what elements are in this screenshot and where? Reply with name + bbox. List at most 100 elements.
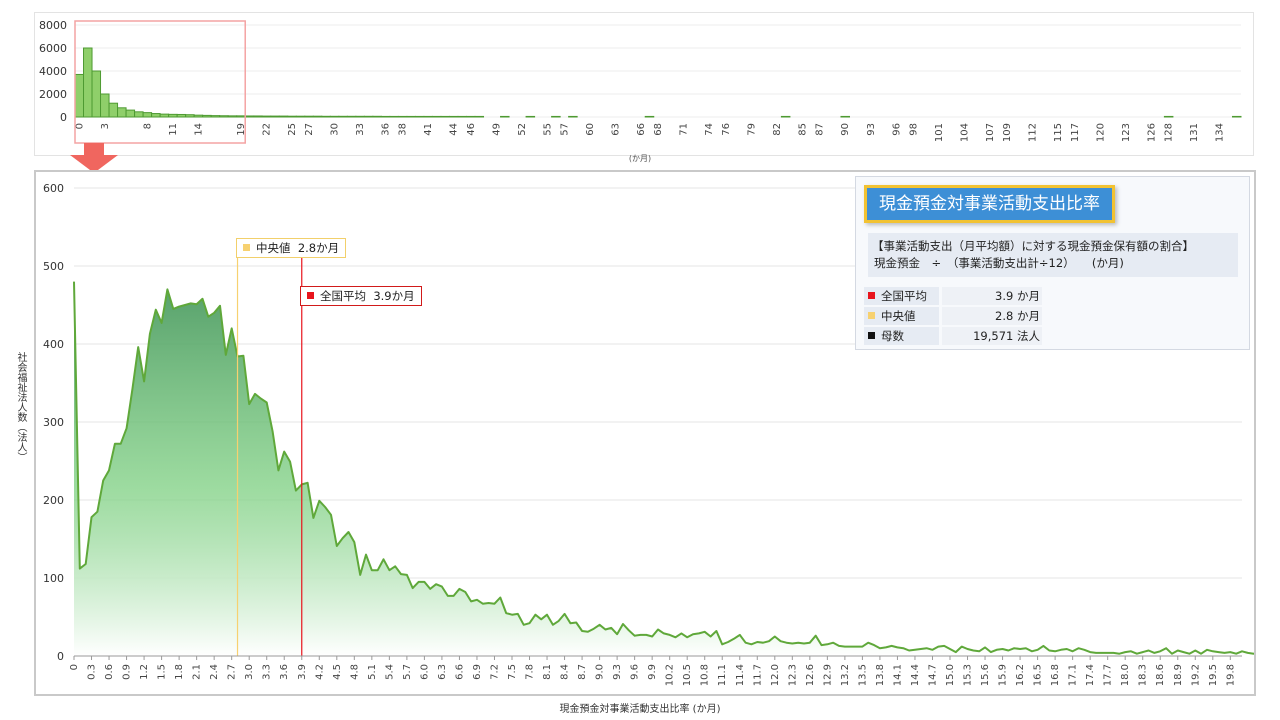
overview-bar — [134, 111, 144, 118]
info-title: 現金預金対事業活動支出比率 — [864, 185, 1115, 223]
overview-x-tick-label: 82 — [772, 123, 783, 136]
overview-bar — [525, 115, 536, 118]
overview-x-tick-label: 66 — [636, 123, 647, 136]
main-x-tick-label: 0.6 — [104, 664, 115, 680]
overview-bar — [253, 115, 263, 118]
main-x-tick-label: 13.2 — [840, 664, 851, 686]
overview-x-tick-label: 44 — [449, 123, 460, 136]
overview-bar — [312, 115, 323, 118]
overview-x-tick-label: 68 — [653, 123, 664, 136]
overview-bar — [219, 115, 229, 118]
info-row-value: 3.9 か月 — [942, 287, 1042, 305]
mean-legend-marker — [868, 292, 875, 299]
overview-x-tick-label: 63 — [610, 123, 621, 136]
main-x-tick-label: 14.1 — [892, 664, 903, 686]
overview-x-tick-label: 134 — [1215, 123, 1226, 142]
overview-x-tick-label: 117 — [1070, 123, 1081, 142]
main-x-tick-label: 15.6 — [980, 664, 991, 686]
overview-x-tick-label: 79 — [747, 123, 758, 136]
main-x-tick-label: 13.8 — [875, 664, 886, 686]
overview-bar — [304, 115, 314, 118]
main-x-tick-label: 3.9 — [297, 664, 308, 680]
main-y-tick-label: 100 — [43, 572, 64, 585]
main-x-tick-label: 2.4 — [209, 664, 220, 680]
main-y-tick-label: 0 — [57, 650, 64, 663]
overview-y-tick-label: 8000 — [39, 19, 67, 32]
overview-bar — [380, 115, 391, 118]
main-x-tick-label: 3.0 — [244, 664, 255, 680]
overview-x-tick-label: 11 — [168, 123, 179, 136]
overview-x-tick-label: 33 — [355, 123, 366, 136]
overview-x-tick-label: 60 — [585, 123, 596, 136]
main-x-tick-label: 13.5 — [857, 664, 868, 686]
main-x-tick-label: 18.0 — [1120, 664, 1131, 686]
main-x-tick-label: 4.5 — [332, 664, 343, 680]
overview-x-tick-label: 74 — [704, 123, 715, 136]
overview-x-tick-label: 128 — [1164, 123, 1175, 142]
overview-x-tick-label: 115 — [1053, 123, 1064, 142]
overview-bar — [100, 93, 110, 118]
main-x-tick-label: 0 — [69, 664, 80, 670]
overview-bar — [270, 115, 280, 118]
main-x-tick-label: 2.1 — [192, 664, 203, 680]
overview-bar — [406, 115, 416, 118]
overview-bar — [457, 115, 468, 118]
main-x-tick-label: 4.8 — [349, 664, 360, 680]
main-x-tick-label: 8.1 — [542, 664, 553, 680]
main-x-tick-label: 15.0 — [945, 664, 956, 686]
overview-bar — [117, 107, 127, 118]
info-description-line1: 【事業活動支出（月平均額）に対する現金預金保有額の割合】 — [872, 239, 1194, 253]
mean-annotation-label: 全国平均 — [320, 289, 366, 303]
overview-bar — [287, 115, 297, 118]
overview-x-tick-label: 22 — [261, 123, 272, 136]
overview-x-tick-label: 14 — [193, 123, 204, 136]
info-description-line2: 現金預金 ÷ （事業活動支出計÷12） (か月) — [874, 256, 1124, 270]
main-x-tick-label: 17.4 — [1085, 664, 1096, 686]
median-annotation: 中央値 2.8か月 — [236, 238, 347, 258]
mean-marker — [307, 292, 314, 299]
overview-bar — [346, 115, 357, 118]
main-x-tick-label: 12.9 — [822, 664, 833, 686]
main-x-tick-label: 6.0 — [419, 664, 430, 680]
main-x-tick-label: 19.5 — [1208, 664, 1219, 686]
overview-bar — [125, 109, 136, 118]
main-x-tick-label: 0.9 — [122, 664, 133, 680]
overview-x-tick-label: 52 — [517, 123, 528, 136]
overview-bar — [551, 115, 561, 118]
overview-bar — [431, 115, 442, 118]
overview-x-tick-label: 104 — [959, 123, 970, 142]
overview-x-tick-label: 93 — [866, 123, 877, 136]
overview-bar — [372, 115, 382, 118]
count-legend-marker — [868, 332, 875, 339]
overview-x-tick-label: 131 — [1189, 123, 1200, 142]
main-x-tick-label: 12.0 — [770, 664, 781, 686]
overview-bar — [568, 115, 578, 118]
overview-bar — [355, 115, 365, 118]
overview-chart: 020004000600080000 3 8 11 14 19 22 25 27 30 33 36 38… — [39, 19, 1242, 144]
overview-bar — [159, 113, 170, 118]
main-x-tick-label: 16.5 — [1033, 664, 1044, 686]
main-x-tick-label: 1.8 — [174, 664, 185, 680]
main-x-tick-label: 9.9 — [647, 664, 658, 680]
overview-bar — [338, 115, 348, 118]
overview-x-tick-label: 0 — [74, 123, 85, 129]
overview-bar — [466, 115, 476, 118]
main-x-tick-label: 10.2 — [665, 664, 676, 686]
main-x-tick-label: 6.6 — [454, 664, 465, 680]
overview-bar — [244, 115, 255, 118]
overview-x-tick-label: 101 — [934, 123, 945, 142]
median-annotation-label: 中央値 — [256, 241, 291, 255]
median-annotation-value: 2.8か月 — [297, 241, 340, 255]
info-row-label: 全国平均 — [881, 289, 927, 303]
main-x-tick-label: 10.5 — [682, 664, 693, 686]
info-row-mean: 全国平均 3.9 か月 — [864, 287, 1044, 305]
main-x-tick-label: 8.4 — [560, 664, 571, 680]
main-x-tick-label: 14.7 — [927, 664, 938, 686]
overview-bar — [278, 115, 289, 118]
main-x-tick-label: 3.3 — [262, 664, 273, 680]
mean-annotation: 全国平均 3.9か月 — [300, 286, 422, 306]
overview-bar — [448, 115, 459, 118]
info-row-median: 中央値 2.8 か月 — [864, 307, 1044, 325]
main-x-tick-label: 4.2 — [314, 664, 325, 680]
info-row-value: 19,571 法人 — [942, 327, 1042, 345]
